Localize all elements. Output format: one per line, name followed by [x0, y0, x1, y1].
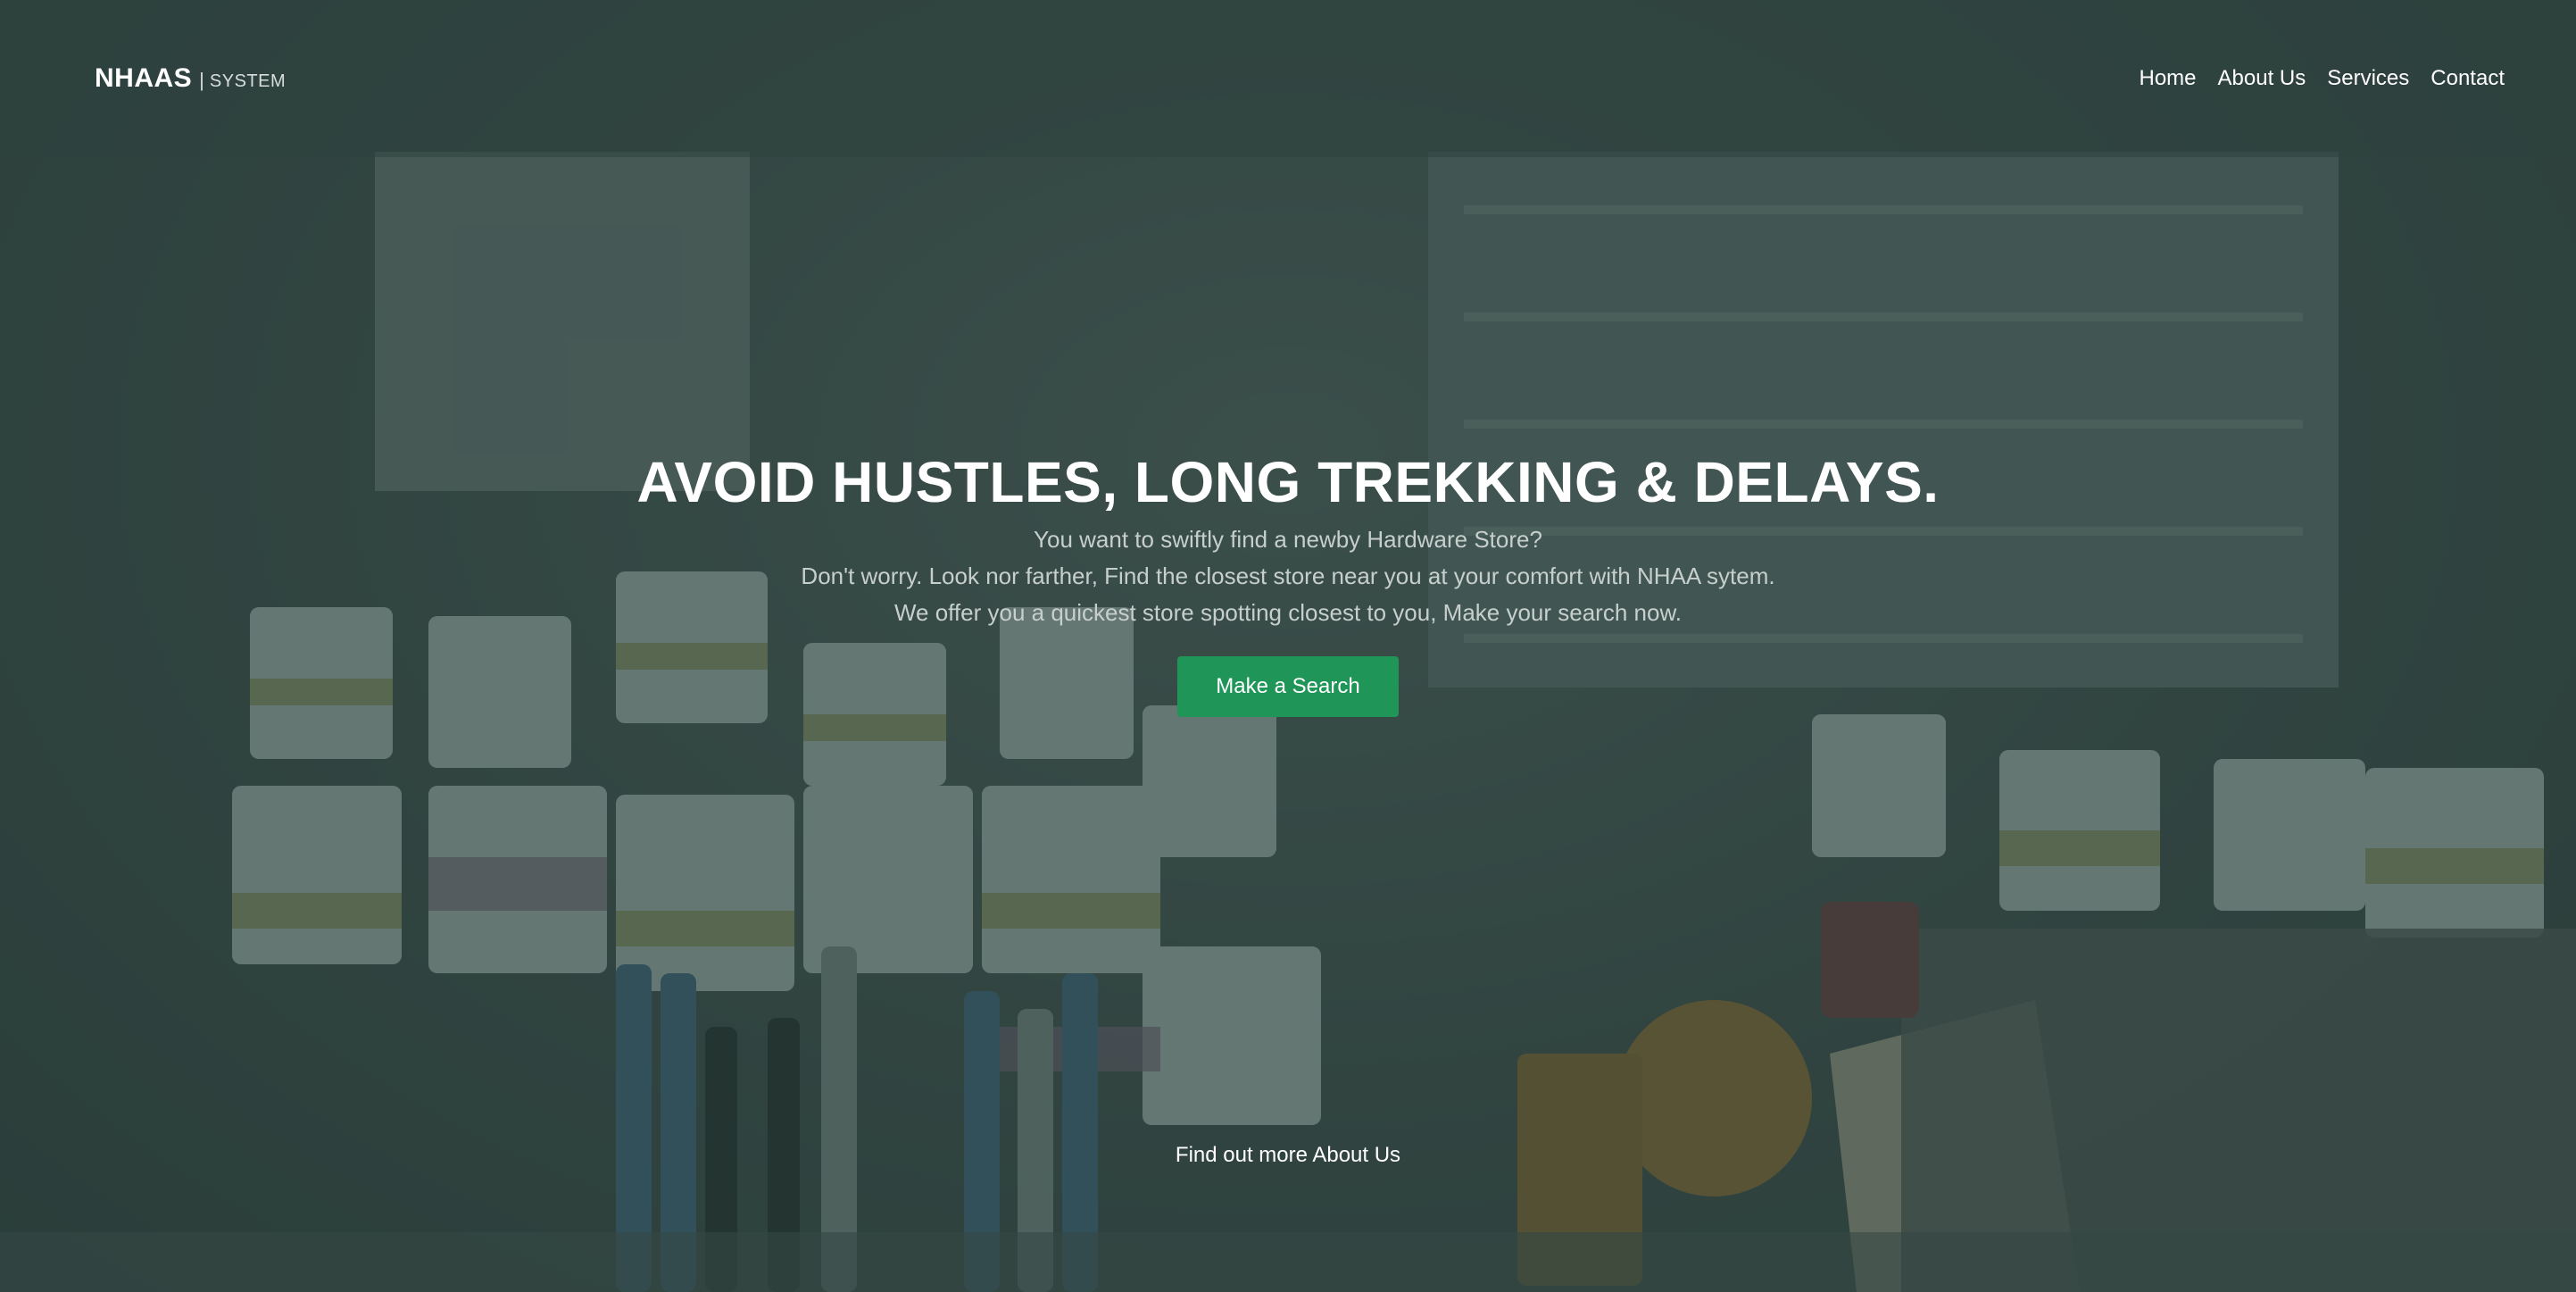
hero-section: NHAAS | SYSTEM Home About Us Services Co…	[0, 0, 2576, 1292]
nav-link-about-us[interactable]: About Us	[2207, 66, 2317, 91]
brand-logo[interactable]: NHAAS | SYSTEM	[95, 63, 286, 94]
make-a-search-button[interactable]: Make a Search	[1177, 656, 1399, 717]
nav-menu: Home About Us Services Contact	[2129, 66, 2516, 91]
hero-content: AVOID HUSTLES, LONG TREKKING & DELAYS. Y…	[0, 446, 2576, 717]
find-out-more-about-us-link[interactable]: Find out more About Us	[0, 1143, 2576, 1168]
nav-link-contact[interactable]: Contact	[2420, 66, 2515, 91]
brand-name: NHAAS	[95, 63, 193, 93]
brand-separator: |	[199, 69, 204, 91]
hero-headline: AVOID HUSTLES, LONG TREKKING & DELAYS.	[636, 450, 1940, 514]
nav-link-services[interactable]: Services	[2316, 66, 2420, 91]
nav-link-home[interactable]: Home	[2129, 66, 2207, 91]
top-navbar: NHAAS | SYSTEM Home About Us Services Co…	[0, 0, 2576, 157]
hero-line-1: You want to swiftly find a newby Hardwar…	[1034, 526, 1542, 553]
hero-line-2: Don't worry. Look nor farther, Find the …	[801, 563, 1775, 589]
brand-subtitle: SYSTEM	[209, 71, 287, 91]
hero-line-3: We offer you a quickest store spotting c…	[893, 599, 1683, 626]
